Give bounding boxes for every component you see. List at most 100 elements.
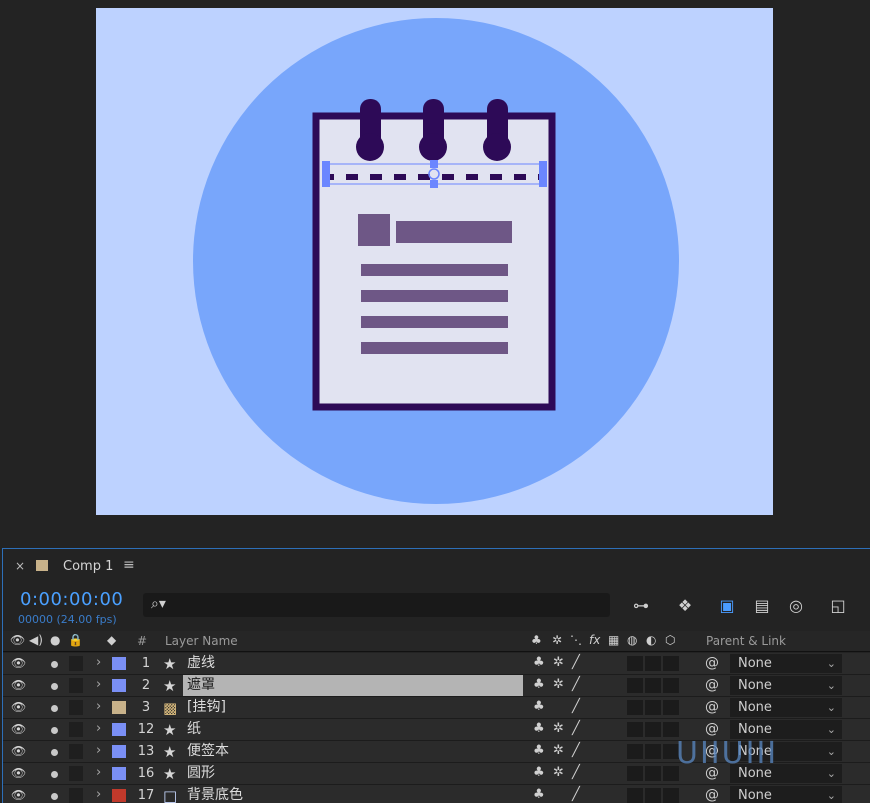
solo-header-icon[interactable]: ● <box>50 633 60 647</box>
expand-chevron-icon[interactable]: › <box>96 655 101 670</box>
shy-switch-icon[interactable]: ♣ <box>533 787 545 802</box>
solo-dot[interactable] <box>51 661 58 668</box>
graph-editor-icon[interactable]: ◱ <box>825 593 851 619</box>
quality-switch-icon[interactable]: ╱ <box>572 743 580 758</box>
collapse-switch-icon[interactable]: ✲ <box>553 655 564 670</box>
3d-layer-toggle[interactable] <box>663 788 679 803</box>
layer-name[interactable]: 遮罩 <box>183 675 523 696</box>
shy-switch-icon[interactable]: ♣ <box>533 743 545 758</box>
shy-switch-icon[interactable]: ♣ <box>533 721 545 736</box>
motion-blur-toggle[interactable] <box>627 700 643 715</box>
lock-toggle[interactable] <box>69 788 83 803</box>
solo-dot[interactable] <box>51 705 58 712</box>
pick-whip-icon[interactable]: @ <box>705 677 719 693</box>
layer-search-input[interactable]: ⌕▾ <box>143 593 610 617</box>
visibility-eye-icon[interactable]: 👁 <box>11 788 26 802</box>
expand-chevron-icon[interactable]: › <box>96 677 101 692</box>
3d-layer-toggle[interactable] <box>663 700 679 715</box>
composition-viewer[interactable] <box>0 0 870 545</box>
motion-blur-toggle[interactable] <box>627 766 643 781</box>
3d-layer-toggle[interactable] <box>663 656 679 671</box>
visibility-eye-icon[interactable]: 👁 <box>11 678 26 692</box>
collapse-switch-icon[interactable]: ✲ <box>553 765 564 780</box>
expand-chevron-icon[interactable]: › <box>96 721 101 736</box>
comp-flowchart-icon[interactable]: ⊶ <box>628 593 654 619</box>
shy-switch-icon[interactable]: ♣ <box>533 655 545 670</box>
audio-header-icon[interactable]: ◀) <box>29 633 43 647</box>
shy-switch-icon[interactable]: ♣ <box>533 699 545 714</box>
adjustment-toggle[interactable] <box>645 788 661 803</box>
visibility-eye-icon[interactable]: 👁 <box>11 700 26 714</box>
collapse-switch-icon[interactable]: ✲ <box>553 743 564 758</box>
motion-blur-toggle[interactable] <box>627 678 643 693</box>
quality-switch-icon[interactable]: ╱ <box>572 765 580 780</box>
lock-toggle[interactable] <box>69 678 83 693</box>
quality-switch-icon[interactable]: ╱ <box>572 699 580 714</box>
pick-whip-icon[interactable]: @ <box>705 655 719 671</box>
layer-row[interactable]: 👁 › 1 ★ 虚线 ♣ ✲ ╱ @ None ⌄ <box>3 653 870 675</box>
layer-row[interactable]: 👁 › 17 □ 背景底色 ♣ ╱ @ None ⌄ <box>3 785 870 803</box>
adjustment-toggle[interactable] <box>645 744 661 759</box>
label-color-swatch[interactable] <box>112 657 126 670</box>
motion-blur-toggle[interactable] <box>627 788 643 803</box>
visibility-eye-icon[interactable]: 👁 <box>11 766 26 780</box>
pick-whip-icon[interactable]: @ <box>705 787 719 803</box>
3d-layer-toggle[interactable] <box>663 722 679 737</box>
adjustment-toggle[interactable] <box>645 656 661 671</box>
shy-switch-icon[interactable]: ♣ <box>533 765 545 780</box>
collapse-switch-icon[interactable]: ✲ <box>553 721 564 736</box>
adjustment-toggle[interactable] <box>645 678 661 693</box>
solo-dot[interactable] <box>51 793 58 800</box>
motion-blur-toggle[interactable] <box>627 744 643 759</box>
adjustment-toggle[interactable] <box>645 722 661 737</box>
expand-chevron-icon[interactable]: › <box>96 743 101 758</box>
label-color-swatch[interactable] <box>112 745 126 758</box>
pick-whip-icon[interactable]: @ <box>705 721 719 737</box>
layer-name[interactable]: 圆形 <box>183 763 523 784</box>
label-color-swatch[interactable] <box>112 701 126 714</box>
motion-blur-toggle[interactable] <box>627 656 643 671</box>
quality-switch-icon[interactable]: ╱ <box>572 677 580 692</box>
visibility-eye-icon[interactable]: 👁 <box>11 656 26 670</box>
motion-blur-toggle[interactable] <box>627 722 643 737</box>
parent-select[interactable]: None ⌄ <box>730 654 842 673</box>
layer-row[interactable]: 👁 › 3 ▩ [挂钩] ♣ ╱ @ None ⌄ <box>3 697 870 719</box>
visibility-eye-icon[interactable]: 👁 <box>11 744 26 758</box>
solo-dot[interactable] <box>51 683 58 690</box>
parent-select[interactable]: None ⌄ <box>730 676 842 695</box>
comp-tab-label[interactable]: Comp 1 <box>63 559 113 574</box>
adjustment-toggle[interactable] <box>645 766 661 781</box>
solo-dot[interactable] <box>51 749 58 756</box>
parent-select[interactable]: None ⌄ <box>730 698 842 717</box>
close-tab-icon[interactable]: × <box>15 559 25 573</box>
solo-dot[interactable] <box>51 727 58 734</box>
parent-link-header[interactable]: Parent & Link <box>706 634 786 648</box>
layer-name[interactable]: 便签本 <box>183 741 523 762</box>
comp-tab[interactable]: × Comp 1 ≡ <box>3 549 870 583</box>
lock-header-icon[interactable]: 🔒 <box>68 633 83 647</box>
lock-toggle[interactable] <box>69 700 83 715</box>
layer-name[interactable]: 纸 <box>183 719 523 740</box>
draft-3d-icon[interactable]: ❖ <box>672 593 698 619</box>
expand-chevron-icon[interactable]: › <box>96 699 101 714</box>
lock-toggle[interactable] <box>69 656 83 671</box>
label-header-icon[interactable]: ◆ <box>107 633 116 647</box>
lock-toggle[interactable] <box>69 766 83 781</box>
shy-switch-icon[interactable]: ♣ <box>533 677 545 692</box>
layer-name[interactable]: 背景底色 <box>183 785 523 803</box>
lock-toggle[interactable] <box>69 744 83 759</box>
layer-name[interactable]: [挂钩] <box>183 697 523 718</box>
composition-canvas[interactable] <box>96 8 773 515</box>
label-color-swatch[interactable] <box>112 767 126 780</box>
label-color-swatch[interactable] <box>112 789 126 802</box>
expand-chevron-icon[interactable]: › <box>96 787 101 802</box>
quality-switch-icon[interactable]: ╱ <box>572 787 580 802</box>
motion-blur-icon[interactable]: ◎ <box>783 593 809 619</box>
solo-dot[interactable] <box>51 771 58 778</box>
quality-switch-icon[interactable]: ╱ <box>572 721 580 736</box>
expand-chevron-icon[interactable]: › <box>96 765 101 780</box>
parent-select[interactable]: None ⌄ <box>730 786 842 803</box>
layer-name-header[interactable]: Layer Name <box>165 634 238 648</box>
pick-whip-icon[interactable]: @ <box>705 699 719 715</box>
search-icon[interactable]: ⌕▾ <box>151 596 166 612</box>
